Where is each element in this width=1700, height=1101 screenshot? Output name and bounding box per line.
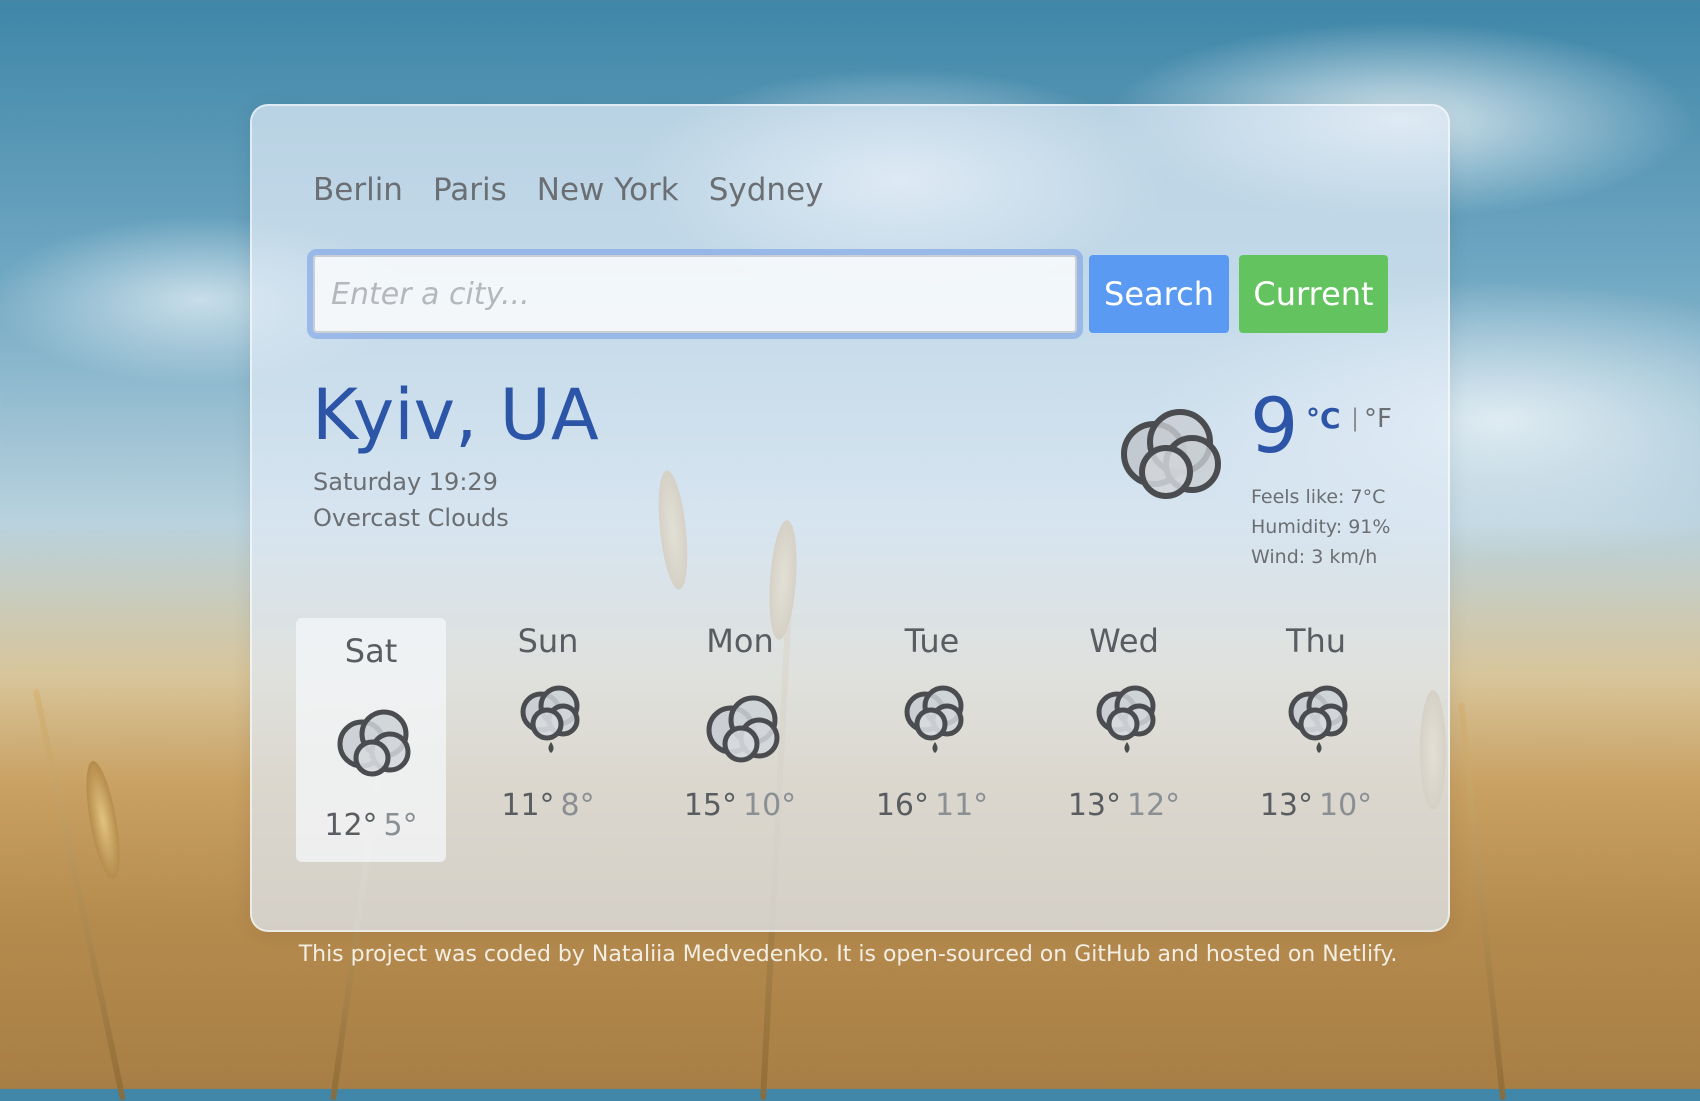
forecast-max: 16° (875, 788, 929, 823)
city-link-sydney[interactable]: Sydney (709, 172, 824, 208)
forecast-min: 10° (743, 788, 797, 823)
cloud-icon (337, 709, 411, 777)
netlify-link[interactable]: Netlify (1322, 942, 1390, 967)
current-location-button[interactable]: Current (1239, 255, 1388, 333)
forecast-min: 8° (560, 788, 595, 823)
footer-text: This project was coded by (298, 942, 592, 967)
forecast-max: 11° (501, 788, 555, 823)
forecast-temps: 13° 10° (1241, 788, 1391, 823)
cloud-icon (706, 695, 780, 763)
rain-cloud-icon (520, 685, 580, 753)
forecast-temps: 11° 8° (473, 788, 623, 823)
forecast-day-sun[interactable]: Sun 11° 8° (473, 618, 623, 862)
author-link[interactable]: Nataliia Medvedenko (592, 942, 822, 967)
forecast-min: 12° (1127, 788, 1181, 823)
fahrenheit-toggle[interactable]: °F (1364, 404, 1392, 434)
forecast-temps: 13° 12° (1049, 788, 1199, 823)
rain-cloud-icon (1096, 685, 1156, 753)
forecast-day-name: Sun (517, 622, 579, 660)
forecast-day-name: Sat (344, 632, 398, 670)
forecast-max: 12° (324, 808, 378, 843)
github-link[interactable]: open-sourced on GitHub (883, 942, 1151, 967)
forecast-day-name: Thu (1285, 622, 1347, 660)
forecast-day-mon[interactable]: Mon 15° 10° (665, 618, 815, 862)
feels-like: Feels like: 7°C (1251, 486, 1386, 508)
rain-cloud-icon (1288, 685, 1348, 753)
rain-cloud-icon (904, 685, 964, 753)
overcast-cloud-icon (1121, 409, 1221, 499)
city-name: Kyiv, UA (312, 374, 599, 456)
forecast-max: 15° (683, 788, 737, 823)
footer-text: and hosted on (1150, 942, 1323, 967)
forecast-temps: 12° 5° (296, 808, 446, 843)
forecast-day-thu[interactable]: Thu 13° 10° (1241, 618, 1391, 862)
forecast-temps: 16° 11° (857, 788, 1007, 823)
quick-city-links: Berlin Paris New York Sydney (313, 172, 824, 208)
city-link-berlin[interactable]: Berlin (313, 172, 403, 208)
celsius-toggle[interactable]: °C (1306, 402, 1341, 435)
forecast-temps: 15° 10° (665, 788, 815, 823)
humidity: Humidity: 91% (1251, 516, 1391, 538)
forecast-min: 10° (1319, 788, 1373, 823)
footer-text: . It is (822, 942, 883, 967)
forecast-day-wed[interactable]: Wed 13° 12° (1049, 618, 1199, 862)
forecast-max: 13° (1259, 788, 1313, 823)
current-temperature: 9 (1250, 381, 1299, 470)
city-link-new-york[interactable]: New York (537, 172, 679, 208)
forecast-day-name: Mon (706, 622, 774, 660)
weather-card: Berlin Paris New York Sydney Search Curr… (250, 104, 1450, 932)
forecast-day-name: Wed (1089, 622, 1159, 660)
search-button[interactable]: Search (1089, 255, 1229, 333)
forecast-day-sat[interactable]: Sat 12° 5° (296, 618, 446, 862)
unit-separator: | (1351, 404, 1360, 432)
forecast-max: 13° (1067, 788, 1121, 823)
forecast-day-tue[interactable]: Tue 16° 11° (857, 618, 1007, 862)
wind: Wind: 3 km/h (1251, 546, 1378, 568)
footer-text: . (1390, 942, 1398, 967)
weather-details: Feels like: 7°C Humidity: 91% Wind: 3 km… (1251, 482, 1390, 572)
city-link-paris[interactable]: Paris (433, 172, 507, 208)
footer: This project was coded by Nataliia Medve… (250, 942, 1446, 967)
city-search-input[interactable] (313, 255, 1077, 333)
forecast-min: 11° (935, 788, 989, 823)
weather-description: Overcast Clouds (313, 504, 509, 532)
current-datetime: Saturday 19:29 (313, 468, 498, 496)
forecast-min: 5° (383, 808, 418, 843)
forecast-day-name: Tue (904, 622, 960, 660)
